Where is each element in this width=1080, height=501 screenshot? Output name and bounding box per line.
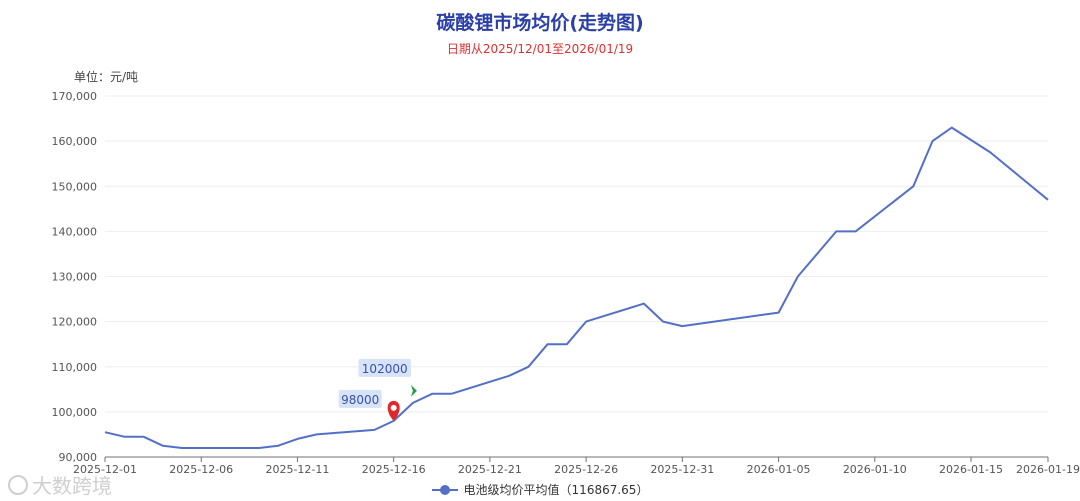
pin-hole — [390, 404, 397, 411]
series-layer — [104, 126, 1049, 449]
line-chart: 90,000100,000110,000120,000130,000140,00… — [52, 90, 1080, 476]
x-tick-label: 2025-12-31 — [650, 463, 714, 476]
watermark: 大数跨境 — [8, 470, 112, 499]
legend-label: 电池级均价平均值（116867.65） — [463, 483, 649, 497]
y-tick-label: 150,000 — [52, 180, 98, 193]
annotation-label: 102000 — [362, 362, 408, 376]
green-arrow-marker-icon — [410, 384, 417, 397]
x-tick-label: 2026-01-10 — [843, 463, 907, 476]
x-tick-label: 2025-12-16 — [362, 463, 426, 476]
watermark-text: 大数跨境 — [32, 474, 112, 498]
x-tick-label: 2026-01-19 — [1016, 463, 1080, 476]
y-tick-label: 130,000 — [52, 271, 98, 284]
x-tick-label: 2025-12-21 — [458, 463, 522, 476]
x-tick-label: 2026-01-15 — [939, 463, 1003, 476]
y-tick-label: 140,000 — [52, 225, 98, 238]
x-tick-label: 2026-01-05 — [747, 463, 811, 476]
x-tick-label: 2025-12-26 — [554, 463, 618, 476]
y-tick-label: 170,000 — [52, 90, 98, 103]
y-tick-label: 110,000 — [52, 361, 98, 374]
x-tick-label: 2025-12-06 — [169, 463, 233, 476]
brand-logo-icon — [8, 474, 28, 495]
y-tick-label: 160,000 — [52, 135, 98, 148]
annotation-label: 98000 — [341, 393, 379, 407]
grid-lines — [105, 95, 1048, 413]
y-tick-label: 120,000 — [52, 316, 98, 329]
y-tick-label: 100,000 — [52, 406, 98, 419]
legend-marker-icon — [431, 484, 458, 496]
y-axis-ticks: 90,000100,000110,000120,000130,000140,00… — [52, 90, 98, 464]
x-axis: 2025-12-01 2025-12-06 2025-12-11 2025-12-16… — [73, 456, 1080, 476]
x-tick-label: 2025-12-11 — [265, 463, 329, 476]
legend[interactable]: 电池级均价平均值（116867.65） — [0, 481, 1080, 499]
series-line — [104, 126, 1049, 449]
